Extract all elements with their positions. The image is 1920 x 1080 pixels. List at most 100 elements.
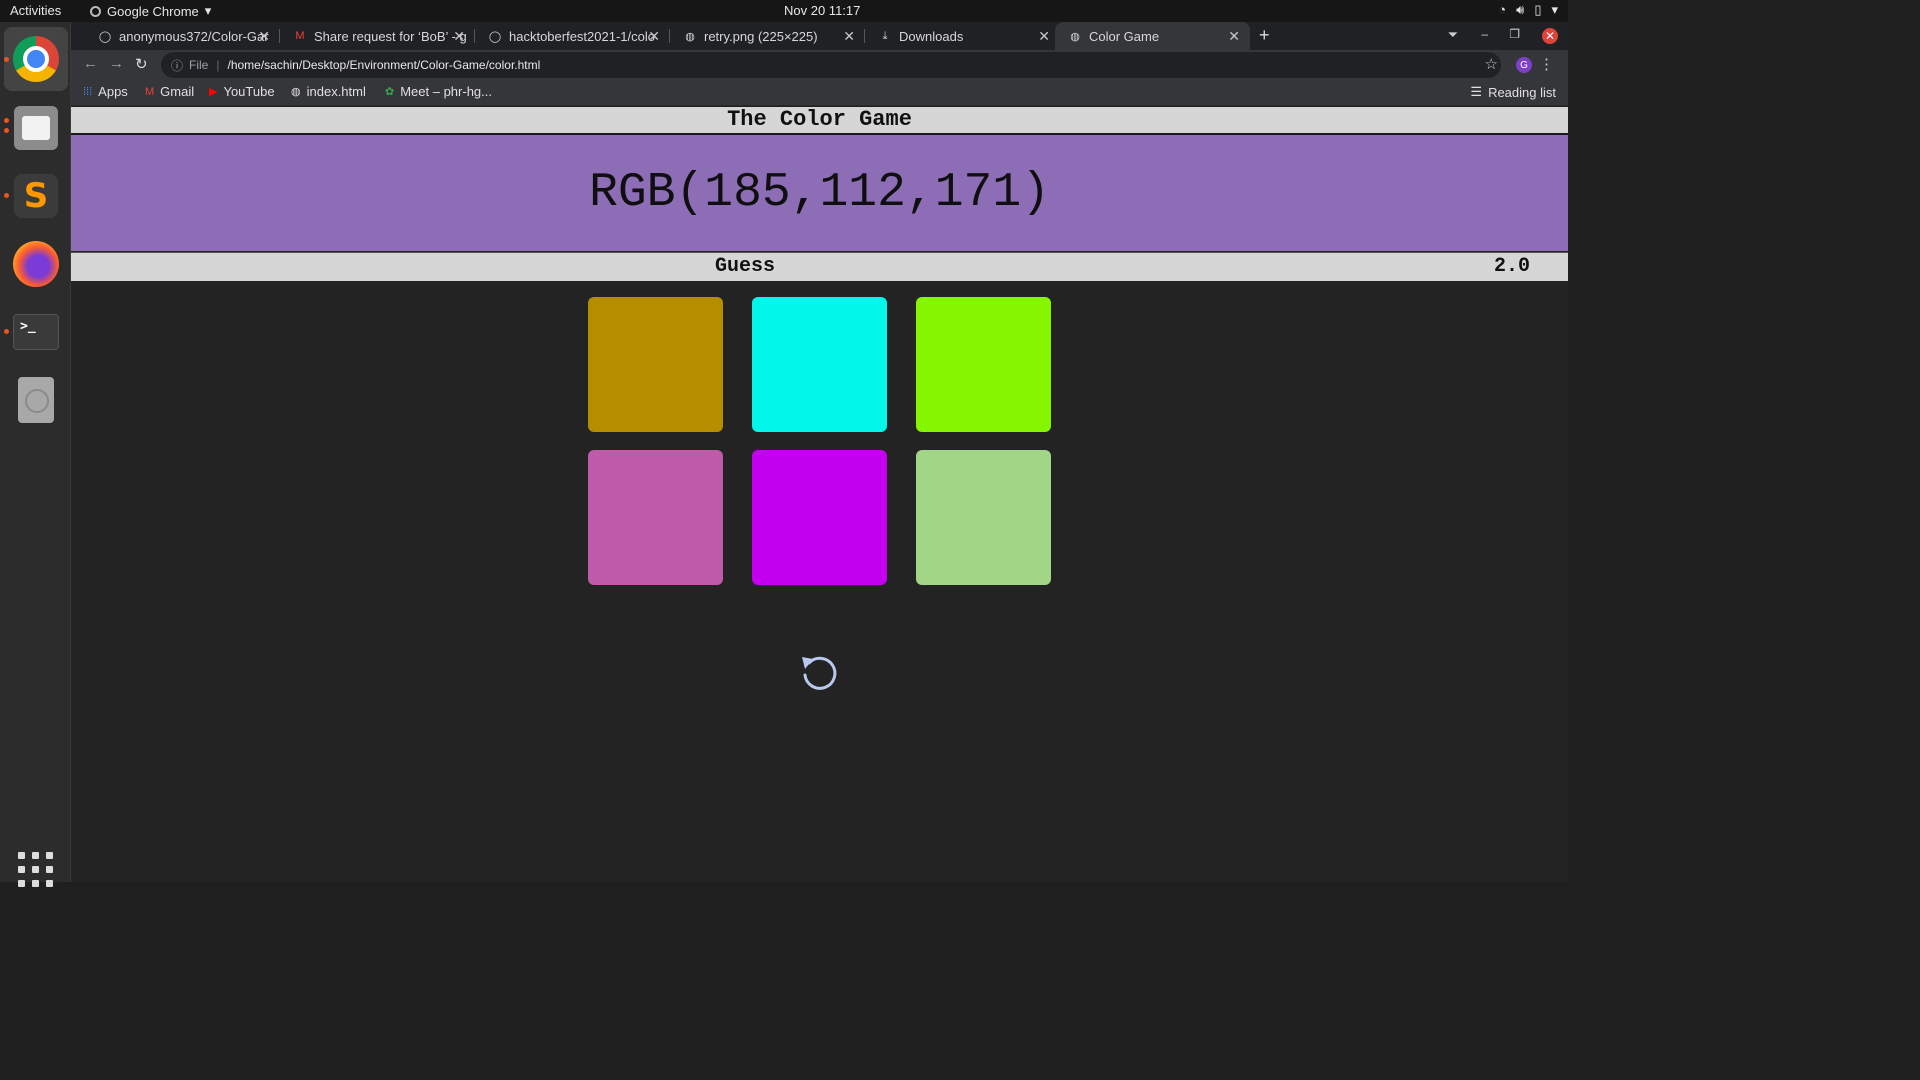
github-icon: ◯: [488, 30, 502, 43]
bookmark-meet[interactable]: ✿ Meet – phr-hg...: [385, 84, 492, 99]
close-tab-icon[interactable]: ✕: [1228, 28, 1240, 45]
reset-game-button[interactable]: [797, 649, 843, 695]
tab-strip: ◯ anonymous372/Color-Gar ✕ M Share reque…: [71, 22, 1568, 50]
system-tray[interactable]: ◔ 🔊︎ ▯ ▾: [1498, 2, 1558, 18]
profile-avatar[interactable]: G: [1516, 57, 1532, 73]
clock[interactable]: Nov 20 11:17: [784, 3, 860, 18]
system-top-bar: Activities Google Chrome ▾ Nov 20 11:17 …: [0, 0, 1568, 22]
globe-icon: ◍: [291, 86, 301, 98]
reload-icon[interactable]: ↻: [135, 55, 148, 73]
battery-icon: ▯: [1534, 2, 1542, 17]
download-icon: ⤓: [882, 29, 888, 42]
reading-list-icon: ☰: [1470, 84, 1483, 99]
color-square-3[interactable]: [916, 297, 1051, 432]
tab-downloads[interactable]: ⤓ Downloads ✕: [865, 22, 1060, 50]
address-bar[interactable]: ⓘ File | /home/sachin/Desktop/Environmen…: [161, 52, 1501, 78]
tab-search-icon[interactable]: ⏷: [1448, 27, 1458, 43]
meet-icon: ✿: [385, 86, 395, 98]
status-message: Guess: [715, 255, 776, 278]
tray-menu-icon: ▾: [1551, 2, 1558, 17]
globe-icon: ◍: [1070, 30, 1080, 43]
optical-disc-icon: [18, 377, 54, 423]
apps-grid-icon: ⁞⁞⁞: [83, 85, 93, 98]
dock-terminal[interactable]: >_: [10, 306, 62, 358]
target-color-text: RGB(185,112,171): [589, 166, 1050, 220]
bookmark-index-html[interactable]: ◍ index.html: [291, 84, 366, 99]
dock: S >_: [0, 22, 71, 887]
dock-chrome[interactable]: [4, 27, 68, 91]
tab-title: anonymous372/Color-Gar: [119, 28, 269, 44]
color-square-1[interactable]: [588, 297, 723, 432]
activities-button[interactable]: Activities: [10, 3, 61, 18]
tab-hacktoberfest[interactable]: ◯ hacktoberfest2021-1/colo ✕: [475, 22, 670, 50]
minimize-icon[interactable]: –: [1481, 27, 1488, 41]
running-indicator: [4, 128, 9, 133]
close-tab-icon[interactable]: ✕: [258, 28, 270, 45]
tab-title: retry.png (225×225): [704, 28, 818, 44]
github-icon: ◯: [98, 30, 112, 43]
page-viewport: The Color Game RGB(185,112,171) Guess 2.…: [71, 107, 1568, 882]
tab-title: Share request for ‘BoB’ - g: [314, 28, 467, 44]
dock-files[interactable]: [10, 102, 62, 154]
app-menu-label: Google Chrome: [107, 3, 199, 19]
close-tab-icon[interactable]: ✕: [1038, 28, 1050, 45]
color-square-5[interactable]: [752, 450, 887, 585]
forward-icon[interactable]: →: [109, 55, 124, 72]
firefox-icon: [13, 241, 59, 287]
browser-toolbar: ← → ↻ ⓘ File | /home/sachin/Desktop/Envi…: [71, 50, 1568, 80]
app-menu[interactable]: Google Chrome ▾: [90, 3, 211, 19]
running-indicator: [4, 329, 9, 334]
score-value: 2.0: [1493, 255, 1530, 278]
tab-title: Downloads: [899, 28, 964, 44]
scheme-label: File: [189, 58, 209, 72]
back-icon[interactable]: ←: [83, 55, 98, 72]
bookmark-apps[interactable]: ⁞⁞⁞ Apps: [83, 84, 128, 99]
tab-share-request[interactable]: M Share request for ‘BoB’ - g ✕: [280, 22, 475, 50]
color-square-2[interactable]: [752, 297, 887, 432]
color-square-6[interactable]: [916, 450, 1051, 585]
dock-disc[interactable]: [10, 374, 62, 426]
chrome-small-icon: [90, 5, 101, 17]
show-applications-icon[interactable]: [18, 852, 54, 888]
sublime-text-icon: S: [14, 174, 58, 218]
tab-title: Color Game: [1089, 28, 1160, 44]
dock-firefox[interactable]: [10, 238, 62, 290]
new-tab-icon[interactable]: +: [1259, 25, 1270, 46]
terminal-icon: >_: [13, 314, 59, 350]
tab-title: hacktoberfest2021-1/colo: [509, 28, 655, 44]
bookmark-star-icon[interactable]: ☆: [1485, 55, 1498, 73]
tab-retry-png[interactable]: ◍ retry.png (225×225) ✕: [670, 22, 865, 50]
globe-icon: ◍: [685, 30, 695, 43]
bookmarks-bar: ⁞⁞⁞ Apps M Gmail ▶ YouTube ◍ index.html …: [71, 80, 1568, 106]
volume-icon: 🔊︎: [1516, 2, 1525, 17]
url-text[interactable]: /home/sachin/Desktop/Environment/Color-G…: [227, 58, 540, 72]
reading-list-button[interactable]: ☰ Reading list: [1470, 84, 1556, 100]
bookmark-gmail[interactable]: M Gmail: [145, 84, 194, 99]
retry-icon: [802, 656, 837, 690]
page-title: The Color Game: [71, 107, 1568, 135]
youtube-icon: ▶: [209, 86, 218, 98]
files-icon: [14, 106, 58, 150]
menu-icon[interactable]: ⋮: [1539, 55, 1554, 73]
running-indicator: [4, 118, 9, 123]
dock-sublime-text[interactable]: S: [10, 170, 62, 222]
color-square-4[interactable]: [588, 450, 723, 585]
dropdown-caret-icon: ▾: [204, 3, 212, 18]
gmail-icon: M: [295, 30, 305, 42]
tab-color-game[interactable]: ◍ Color Game ✕: [1055, 22, 1250, 50]
restore-icon[interactable]: ❐: [1509, 27, 1520, 41]
tab-github-color-game[interactable]: ◯ anonymous372/Color-Gar ✕: [85, 22, 280, 50]
bookmark-youtube[interactable]: ▶ YouTube: [209, 84, 275, 99]
wifi-icon: ◔: [1498, 2, 1507, 17]
status-bar: Guess 2.0: [71, 252, 1568, 281]
running-indicator: [4, 57, 9, 62]
close-tab-icon[interactable]: ✕: [843, 28, 855, 45]
running-indicator: [4, 193, 9, 198]
site-info-icon[interactable]: ⓘ: [171, 57, 183, 74]
close-tab-icon[interactable]: ✕: [648, 28, 660, 45]
gmail-icon: M: [145, 85, 155, 98]
color-squares-grid: [588, 297, 1051, 586]
close-tab-icon[interactable]: ✕: [453, 28, 465, 45]
chrome-icon: [13, 36, 59, 82]
close-window-icon[interactable]: ✕: [1542, 28, 1558, 44]
